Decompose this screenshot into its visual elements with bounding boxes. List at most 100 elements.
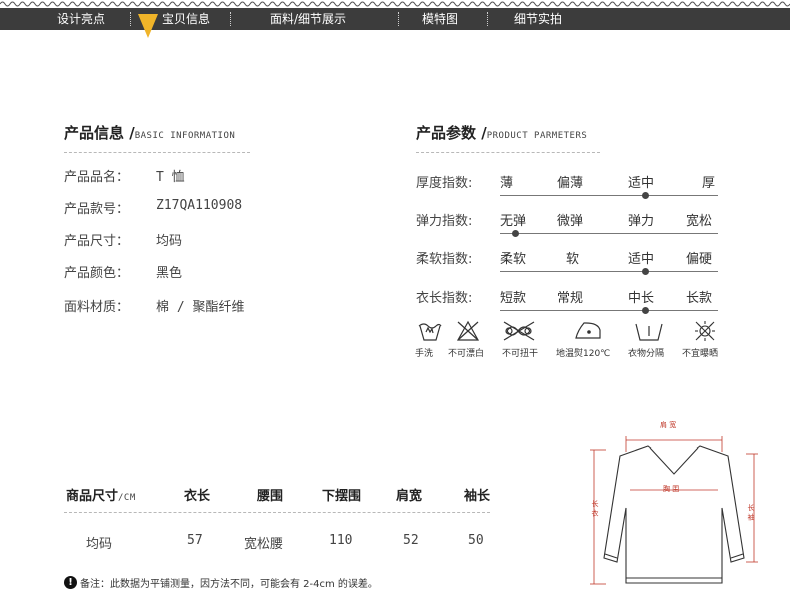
param-option: 适中 (628, 176, 655, 191)
size-cell: 50 (468, 533, 484, 548)
product-info-title: 产品信息 / (64, 124, 135, 142)
nav-item-model[interactable]: 模特图 (422, 8, 458, 30)
param-option: 适中 (628, 252, 655, 267)
param-option: 薄 (500, 176, 514, 191)
param-label: 柔软指数: (416, 252, 473, 267)
param-row-elasticity: 弹力指数: 无弹 微弹 弹力 宽松 (416, 210, 726, 237)
no-wring-icon (503, 321, 535, 341)
length-label: 长 衣 (591, 500, 599, 517)
param-track (500, 310, 718, 311)
product-params-header: 产品参数 /PRODUCT PARMETERS (416, 122, 587, 143)
care-label: 不可漂白 (448, 349, 485, 359)
no-bleach-icon (456, 320, 480, 341)
product-info-subtitle: BASIC INFORMATION (134, 131, 236, 141)
shoulder-label: 肩 宽 (660, 421, 677, 429)
nav-separator (487, 12, 488, 26)
nav-bar: 设计亮点 宝贝信息 面料/细节展示 模特图 细节实拍 (0, 8, 790, 30)
param-selected-dot (642, 268, 649, 275)
care-label: 地温熨120℃ (556, 349, 611, 359)
divider (64, 152, 250, 153)
note-text: 备注：此数据为平铺测量，因方法不同，可能会有 2-4cm 的误差。 (80, 579, 378, 590)
param-option: 弹力 (628, 214, 655, 229)
measurement-note: ! 备注：此数据为平铺测量，因方法不同，可能会有 2-4cm 的误差。 (64, 572, 378, 591)
param-option: 偏硬 (686, 252, 713, 267)
info-label: 产品颜色： (64, 266, 130, 281)
no-sun-dry-icon (695, 321, 715, 341)
size-column-header: 下摆围 (322, 489, 362, 504)
nav-separator (398, 12, 399, 26)
info-label: 产品款号： (64, 202, 130, 217)
care-label: 衣物分隔 (628, 349, 665, 359)
info-row: 产品款号： Z17QA110908 (64, 198, 242, 217)
param-row-length: 衣长指数: 短款 常规 中长 长款 (416, 287, 726, 314)
info-value: 均码 (156, 234, 183, 249)
care-label: 不宜曝晒 (682, 349, 719, 359)
product-params-subtitle: PRODUCT PARMETERS (486, 131, 588, 141)
param-option: 厚 (702, 176, 716, 191)
info-value: T 恤 (156, 170, 185, 185)
param-option: 偏薄 (557, 176, 584, 191)
param-selected-dot (512, 230, 519, 237)
param-track (500, 271, 718, 272)
param-option: 无弹 (500, 214, 527, 229)
nav-item-fabric[interactable]: 面料/细节展示 (270, 8, 346, 30)
info-label: 面料材质： (64, 300, 130, 315)
param-selected-dot (642, 192, 649, 199)
info-row: 面料材质： 棉 / 聚酯纤维 (64, 296, 244, 315)
param-label: 衣长指数: (416, 291, 473, 306)
param-option: 中长 (628, 291, 655, 306)
info-label: 产品品名： (64, 170, 130, 185)
param-option: 宽松 (686, 214, 713, 229)
sleeve-label: 长 袖 (747, 504, 755, 521)
product-params-title: 产品参数 / (416, 124, 487, 142)
size-column-header: 肩宽 (396, 489, 423, 504)
size-column-header: 腰围 (257, 489, 284, 504)
param-track (500, 233, 718, 234)
nav-separator (130, 12, 131, 26)
hand-wash-icon (418, 323, 442, 341)
garment-measurement-diagram (590, 436, 758, 585)
info-row: 产品颜色： 黑色 (64, 262, 182, 281)
size-cell: 52 (403, 533, 419, 548)
size-column-header: 袖长 (464, 489, 491, 504)
info-value: Z17QA110908 (156, 198, 243, 213)
nav-separator (230, 12, 231, 26)
care-label: 手洗 (415, 349, 434, 359)
divider (416, 152, 600, 153)
top-wave-border (0, 1, 790, 7)
param-option: 软 (566, 252, 580, 267)
param-option: 常规 (557, 291, 584, 306)
size-unit: /CM (118, 493, 136, 503)
param-row-softness: 柔软指数: 柔软 软 适中 偏硬 (416, 248, 726, 275)
param-selected-dot (642, 307, 649, 314)
active-nav-pointer (138, 14, 158, 38)
care-icons (418, 320, 715, 341)
low-iron-icon (575, 322, 601, 339)
size-cell: 宽松腰 (244, 537, 284, 552)
care-label: 不可扭干 (502, 349, 539, 359)
nav-item-info[interactable]: 宝贝信息 (162, 8, 210, 30)
param-label: 弹力指数: (416, 214, 473, 229)
info-label: 产品尺寸： (64, 234, 130, 249)
size-column-header: 衣长 (184, 489, 211, 504)
wash-separately-icon (635, 323, 663, 341)
size-title: 商品尺寸 (66, 489, 119, 504)
param-label: 厚度指数: (416, 176, 473, 191)
size-cell: 均码 (86, 537, 113, 552)
size-cell: 57 (187, 533, 203, 548)
param-track (500, 195, 718, 196)
param-option: 长款 (686, 291, 713, 306)
info-value: 黑色 (156, 266, 183, 281)
product-info-header: 产品信息 /BASIC INFORMATION (64, 122, 235, 143)
size-table-header-main: 商品尺寸/CM (66, 485, 136, 504)
nav-item-detail[interactable]: 细节实拍 (514, 8, 562, 30)
info-value: 棉 / 聚酯纤维 (156, 300, 245, 315)
size-cell: 110 (329, 533, 353, 548)
info-row: 产品尺寸： 均码 (64, 230, 182, 249)
info-row: 产品品名： T 恤 (64, 166, 185, 185)
param-option: 柔软 (500, 252, 527, 267)
chest-label: 胸 围 (663, 485, 680, 493)
nav-item-design[interactable]: 设计亮点 (57, 8, 105, 30)
param-row-thickness: 厚度指数: 薄 偏薄 适中 厚 (416, 172, 726, 199)
param-option: 微弹 (557, 214, 584, 229)
